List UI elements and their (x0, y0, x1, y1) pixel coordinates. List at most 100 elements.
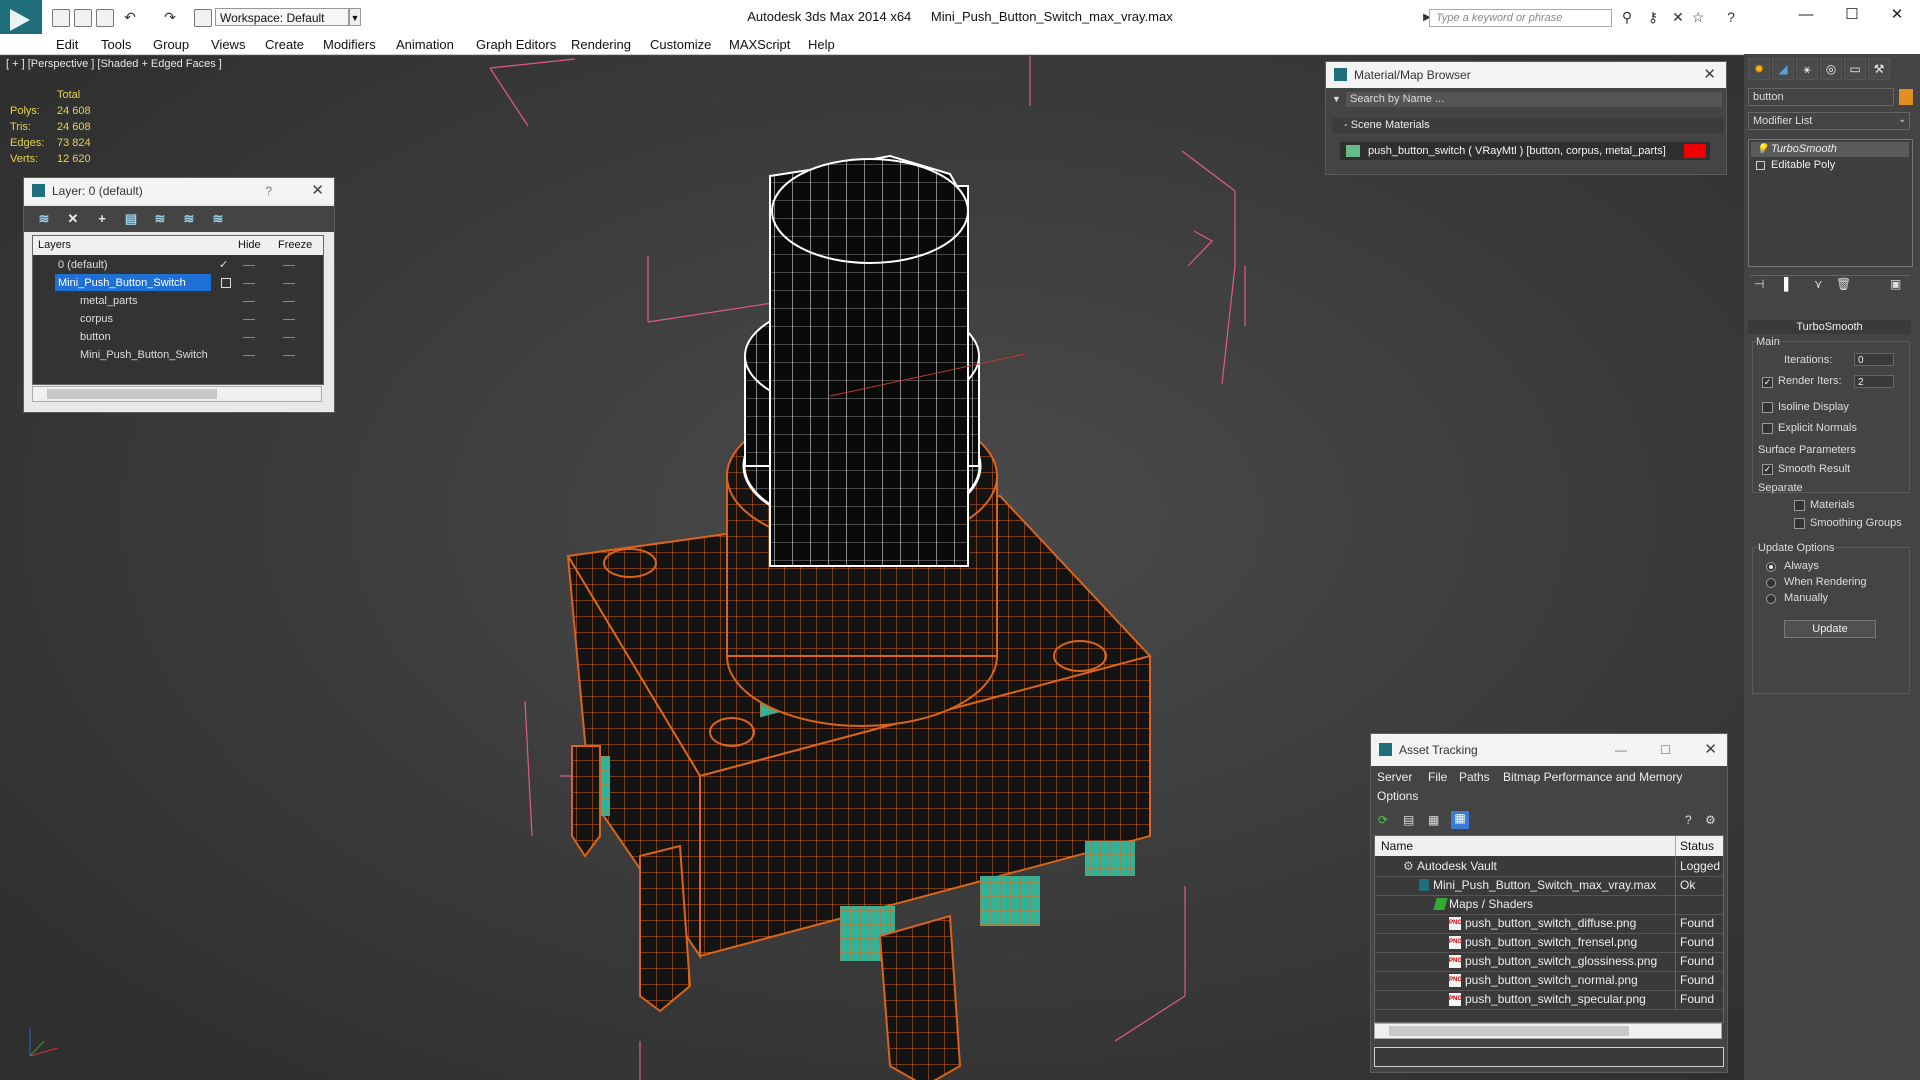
table-row[interactable]: PNG push_button_switch_specular.png Foun… (1375, 990, 1723, 1010)
viewport-label[interactable]: [ + ] [Perspective ] [Shaded + Edged Fac… (6, 58, 222, 70)
remove-modifier-icon[interactable]: 🗑 (1836, 277, 1851, 291)
minimize-button[interactable]: — (1783, 4, 1829, 26)
scroll-thumb[interactable] (47, 389, 217, 399)
column-name[interactable]: Name (1381, 836, 1413, 856)
material-search-input[interactable]: Search by Name ... (1346, 92, 1722, 107)
modifier-list-select[interactable]: Modifier List (1748, 112, 1910, 130)
object-name-input[interactable]: button (1748, 88, 1894, 106)
always-radio[interactable] (1766, 562, 1776, 572)
display-tab-icon[interactable]: ▭ (1844, 58, 1866, 80)
options-icon[interactable]: ⚙ (1705, 813, 1716, 827)
layer-row[interactable]: metal_parts (33, 292, 323, 310)
stack-item-turbosmooth[interactable]: 💡 TurboSmooth (1751, 142, 1909, 157)
menu-tools[interactable]: Tools (101, 37, 131, 52)
menu-views[interactable]: Views (211, 37, 245, 52)
table-row[interactable]: Maps / Shaders (1375, 895, 1723, 915)
materials-checkbox[interactable] (1794, 500, 1805, 511)
menu-rendering[interactable]: Rendering (571, 37, 631, 52)
layer-window-header[interactable]: Layer: 0 (default) ? ✕ (24, 178, 334, 204)
maximize-button[interactable]: ☐ (1660, 734, 1671, 766)
smooth-result-checkbox[interactable]: ✓ (1762, 464, 1773, 475)
help-icon[interactable]: ? (1723, 10, 1739, 25)
table-row[interactable]: PNG push_button_switch_normal.png Found (1375, 971, 1723, 991)
hierarchy-tab-icon[interactable]: ⚹ (1796, 58, 1818, 80)
close-window-button[interactable]: ✕ (1874, 4, 1920, 26)
pin-stack-icon[interactable]: ⊣ (1754, 277, 1764, 291)
material-browser-header[interactable]: Material/Map Browser ✕ (1326, 62, 1726, 88)
close-icon[interactable]: ✕ (1704, 734, 1717, 766)
horizontal-scrollbar[interactable] (32, 386, 322, 402)
scene-materials-section[interactable]: - Scene Materials (1332, 118, 1724, 133)
create-tab-icon[interactable]: ✹ (1748, 58, 1770, 80)
utilities-tab-icon[interactable]: ⚒ (1868, 58, 1890, 80)
show-end-result-icon[interactable]: ▌ (1784, 277, 1793, 291)
asset-path-field[interactable] (1374, 1047, 1724, 1067)
menu-customize[interactable]: Customize (650, 37, 711, 52)
menu-graph-editors[interactable]: Graph Editors (476, 37, 556, 52)
help-icon[interactable]: ? (1685, 813, 1692, 827)
layer-row[interactable]: button (33, 328, 323, 346)
stack-item-editable-poly[interactable]: Editable Poly (1751, 158, 1909, 173)
menu-create[interactable]: Create (265, 37, 304, 52)
material-item[interactable]: push_button_switch ( VRayMtl ) [button, … (1340, 142, 1710, 160)
thumbnail-view-icon[interactable]: ▦ (1428, 813, 1439, 827)
help-icon[interactable]: ? (265, 178, 272, 204)
refresh-icon[interactable]: ⟳ (1378, 813, 1388, 827)
select-objects-icon[interactable]: ▤ (123, 211, 139, 227)
freeze-all-icon[interactable]: ≋ (210, 211, 226, 227)
asset-horizontal-scrollbar[interactable] (1374, 1023, 1722, 1039)
when-rendering-radio[interactable] (1766, 578, 1776, 588)
layer-row[interactable]: Mini_Push_Button_Switch (33, 274, 323, 292)
search-input[interactable]: Type a keyword or phrase (1429, 9, 1612, 27)
column-hide[interactable]: Hide (238, 236, 261, 255)
isoline-checkbox[interactable] (1762, 402, 1773, 413)
expand-icon[interactable] (1756, 161, 1765, 170)
close-icon[interactable]: ✕ (311, 178, 324, 204)
column-freeze[interactable]: Freeze (278, 236, 312, 255)
table-row[interactable]: PNG push_button_switch_frensel.png Found (1375, 933, 1723, 953)
checkmark-icon[interactable]: ✓ (219, 256, 228, 274)
asset-tracking-header[interactable]: Asset Tracking — ☐ ✕ (1371, 734, 1727, 766)
table-row[interactable]: ⚙ Autodesk Vault Logged (1375, 857, 1723, 877)
hide-all-icon[interactable]: ≋ (181, 211, 197, 227)
menu-edit[interactable]: Edit (56, 37, 78, 52)
render-iters-checkbox[interactable]: ✓ (1762, 377, 1773, 388)
menu-animation[interactable]: Animation (396, 37, 454, 52)
menu-modifiers[interactable]: Modifiers (323, 37, 376, 52)
modify-tab-icon[interactable]: ◢ (1772, 58, 1794, 80)
menu-maxscript[interactable]: MAXScript (729, 37, 790, 52)
minimize-button[interactable]: — (1615, 734, 1627, 766)
chevron-down-icon[interactable]: ⌄ (1898, 114, 1906, 125)
lightbulb-icon[interactable]: 💡 (1756, 142, 1768, 157)
layer-row[interactable]: corpus (33, 310, 323, 328)
menu-group[interactable]: Group (153, 37, 189, 52)
scroll-thumb[interactable] (1389, 1026, 1629, 1036)
motion-tab-icon[interactable]: ◎ (1820, 58, 1842, 80)
list-view-icon[interactable]: ▤ (1403, 813, 1414, 827)
layer-row[interactable]: 0 (default) ✓ (33, 256, 323, 274)
table-row[interactable]: PNG push_button_switch_glossiness.png Fo… (1375, 952, 1723, 972)
column-layers[interactable]: Layers (38, 236, 71, 255)
layer-row[interactable]: Mini_Push_Button_Switch (33, 346, 323, 364)
close-icon[interactable]: ✕ (1703, 62, 1716, 88)
render-iters-spinner[interactable]: 2 (1854, 375, 1894, 388)
update-button[interactable]: Update (1784, 620, 1876, 638)
column-status[interactable]: Status (1675, 836, 1714, 856)
object-color-swatch[interactable] (1899, 89, 1913, 105)
star-icon[interactable]: ☆ (1690, 10, 1706, 25)
menu-help[interactable]: Help (808, 37, 835, 52)
key-icon[interactable]: ⚷ (1645, 10, 1661, 25)
delete-icon[interactable]: ✕ (65, 211, 81, 227)
highlight-icon[interactable]: ≋ (152, 211, 168, 227)
tools-icon[interactable]: ✕ (1670, 10, 1686, 25)
add-icon[interactable]: + (94, 211, 110, 227)
layers-icon[interactable]: ≋ (36, 211, 52, 227)
explicit-normals-checkbox[interactable] (1762, 423, 1773, 434)
table-row[interactable]: Mini_Push_Button_Switch_max_vray.max Ok (1375, 876, 1723, 896)
menu-bitmap-performance[interactable]: Bitmap Performance and Memory (1503, 770, 1682, 784)
chevron-down-icon[interactable]: ▼ (1332, 94, 1341, 104)
turbosmooth-rollout-title[interactable]: TurboSmooth (1748, 320, 1911, 334)
configure-sets-icon[interactable]: ▣ (1890, 277, 1901, 291)
current-layer-icon[interactable] (221, 278, 231, 288)
menu-options[interactable]: Options (1377, 789, 1418, 803)
